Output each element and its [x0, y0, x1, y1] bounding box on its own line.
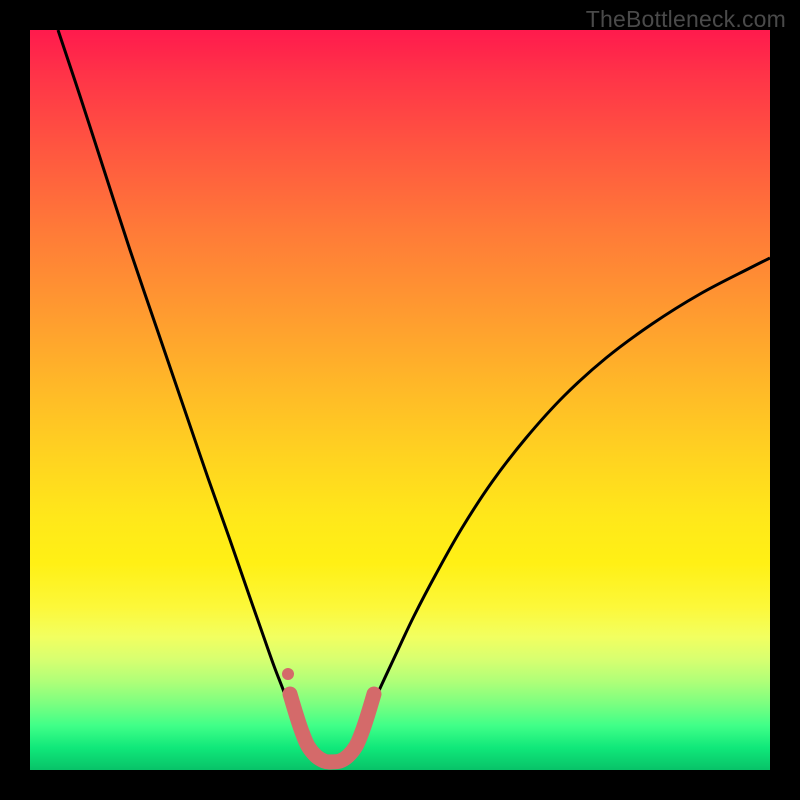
- chart-svg: [30, 30, 770, 770]
- curve-right-arm: [358, 258, 770, 736]
- accent-tube-right: [330, 694, 374, 762]
- curve-left-arm: [58, 30, 300, 736]
- watermark-text: TheBottleneck.com: [586, 6, 786, 33]
- accent-marker-dot: [282, 668, 294, 680]
- accent-tube-left: [290, 694, 330, 762]
- chart-gradient-area: [30, 30, 770, 770]
